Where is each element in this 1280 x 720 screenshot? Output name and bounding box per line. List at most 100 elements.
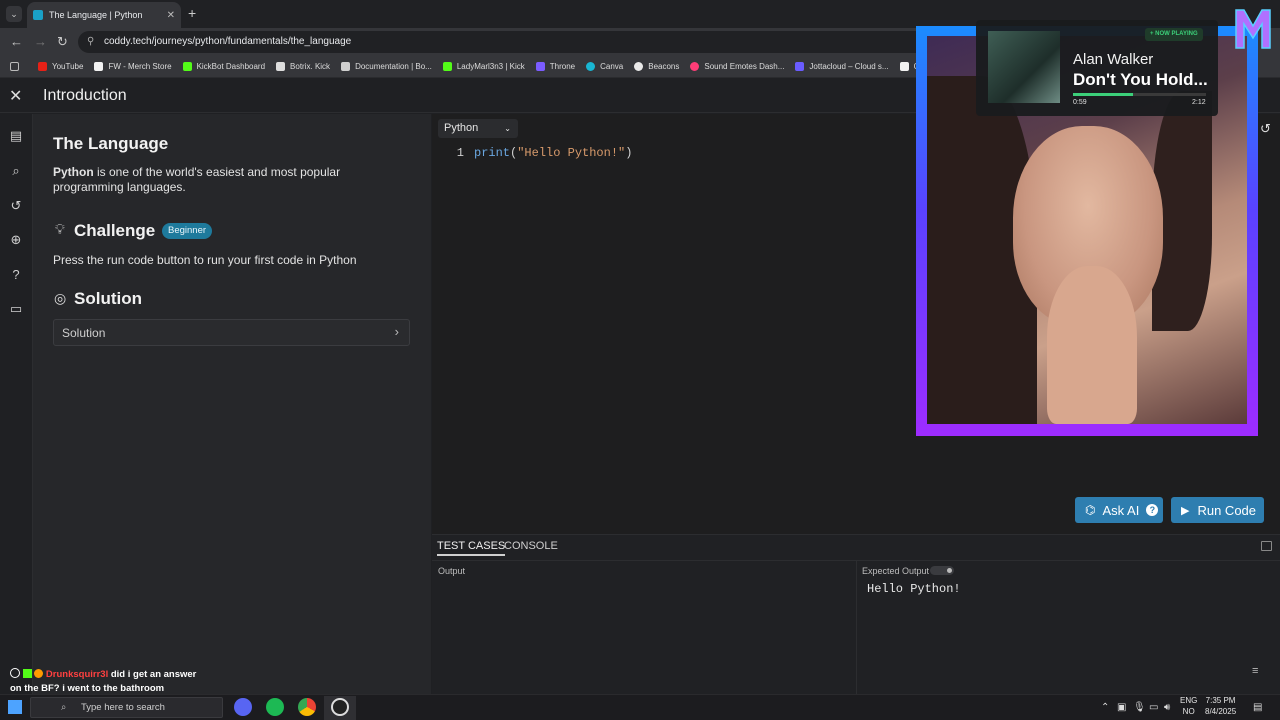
robot-icon: ⌬ [1085, 503, 1096, 517]
language-line-1: ENG [1180, 696, 1198, 705]
language-indicator[interactable]: ENG NO [1180, 695, 1197, 717]
forward-arrow-icon[interactable]: → [34, 34, 47, 49]
bookmark-documentation[interactable]: Documentation | Bo... [341, 62, 432, 71]
search-icon: ⌕ [61, 702, 67, 713]
history-icon[interactable]: ↺ [8, 198, 24, 214]
volume-icon[interactable]: 🔊︎ [1164, 702, 1170, 713]
discord-icon[interactable] [234, 698, 252, 716]
side-rail: ▤ ⌕ ↺ ⊕ ? ▭ [0, 114, 33, 694]
run-code-button[interactable]: ▶ Run Code [1171, 497, 1264, 523]
url-field[interactable]: ⚲ coddy.tech/journeys/python/fundamental… [78, 31, 928, 53]
site-info-icon[interactable]: ⚲ [87, 31, 94, 53]
now-playing-tag: + NOW PLAYING [1145, 28, 1203, 41]
microphone-icon[interactable]: 🎙︎ [1133, 702, 1146, 713]
bookmark-canva[interactable]: Canva [586, 62, 623, 71]
beacons-icon [634, 62, 644, 71]
language-select[interactable]: Python ⌄ [438, 119, 518, 138]
clock-time: 7:35 PM [1205, 696, 1236, 705]
jottacloud-icon [795, 62, 805, 71]
bookmark-throne[interactable]: Throne [535, 62, 575, 71]
output-splitter[interactable] [856, 561, 857, 694]
tray-overflow-icon[interactable]: ⌃ [1101, 702, 1109, 713]
code-line[interactable]: 1 print("Hello Python!") [438, 146, 633, 160]
back-arrow-icon[interactable]: ← [10, 34, 23, 49]
tray-device-icon[interactable]: ▣ [1117, 702, 1126, 713]
network-icon[interactable]: ▭ [1149, 702, 1158, 713]
lesson-panel [33, 114, 431, 694]
chat-username: Drunksquirr3l [45, 669, 109, 680]
challenge-title: Challenge [74, 221, 156, 240]
intro-text: is one of the world's easiest and most p… [53, 165, 341, 194]
ask-ai-button[interactable]: ⌬ Ask AI ? [1075, 497, 1163, 523]
notification-icon[interactable]: ▤ [1253, 702, 1262, 713]
apps-grid-icon[interactable] [10, 62, 24, 71]
now-playing-progress-fill [1073, 93, 1133, 96]
code-function: print [474, 146, 511, 160]
reload-icon[interactable]: ↻ [57, 34, 68, 50]
album-art [988, 31, 1060, 103]
expected-output-label: Expected Output [862, 566, 930, 576]
code-paren-close: ) [625, 146, 633, 160]
language-select-value: Python [444, 122, 479, 134]
taskbar-search[interactable]: ⌕ Type here to search [30, 697, 223, 718]
line-number: 1 [456, 146, 464, 160]
clock-date: 8/4/2025 [1205, 707, 1237, 716]
bookmark-jottacloud[interactable]: Jottacloud – Cloud s... [795, 62, 889, 71]
search-document-icon[interactable]: ⌕ [8, 163, 24, 179]
panel-toggle-icon[interactable] [1261, 541, 1272, 551]
tab-favicon-icon [33, 10, 43, 20]
close-icon[interactable]: ✕ [9, 86, 22, 106]
kickbot-icon [182, 62, 192, 71]
now-playing-duration: 2:12 [1192, 99, 1206, 106]
canva-icon [586, 62, 596, 71]
co-icon [899, 62, 909, 71]
solution-dropdown-label: Solution [62, 326, 106, 340]
expected-output-toggle[interactable] [930, 566, 954, 575]
bookmark-beacons[interactable]: Beacons [634, 62, 679, 71]
challenge-text: Press the run code button to run your fi… [53, 253, 357, 267]
bookmark-kickbot[interactable]: KickBot Dashboard [182, 62, 265, 71]
zoom-icon[interactable]: ⊕ [8, 232, 24, 248]
sound-emotes-icon [690, 62, 700, 71]
now-playing-elapsed: 0:59 [1073, 99, 1087, 106]
expected-output-value: Hello Python! [867, 582, 961, 596]
bookmark-ladymarl3n3[interactable]: LadyMarl3n3 | Kick [442, 62, 525, 71]
browser-tab[interactable]: The Language | Python ✕ [27, 2, 181, 28]
obs-icon[interactable] [331, 698, 349, 716]
spotify-icon[interactable] [266, 698, 284, 716]
botrix-icon [276, 62, 286, 71]
code-string: "Hello Python!" [517, 146, 626, 160]
feedback-icon[interactable]: ▭ [8, 301, 24, 317]
bookmark-fw-merch[interactable]: FW - Merch Store [94, 62, 172, 71]
tab-search-dropdown[interactable]: ⌄ [6, 6, 22, 22]
bookmark-botrix[interactable]: Botrix. Kick [276, 62, 330, 71]
tab-console[interactable]: CONSOLE [504, 540, 558, 552]
chat-gift-badge-icon [34, 669, 44, 678]
chat-sub-badge-icon [22, 669, 32, 678]
chat-badge-icon [10, 668, 20, 678]
now-playing-progress [1073, 93, 1206, 96]
bookmark-sound-emotes[interactable]: Sound Emotes Dash... [690, 62, 784, 71]
help-icon[interactable]: ? [8, 267, 24, 283]
bookmark-youtube[interactable]: YouTube [38, 62, 83, 71]
new-tab-button[interactable]: + [188, 5, 196, 21]
play-icon: ▶ [1181, 504, 1190, 517]
help-circle-icon: ? [1146, 504, 1159, 516]
tab-test-cases[interactable]: TEST CASES [437, 540, 506, 556]
start-icon[interactable] [8, 700, 22, 714]
target-icon: ◎ [54, 290, 67, 306]
toggle-knob [947, 568, 952, 573]
chrome-icon[interactable] [298, 698, 316, 716]
tab-title: The Language | Python [49, 10, 143, 20]
document-icon[interactable]: ▤ [8, 128, 24, 144]
taskbar-clock[interactable]: 7:35 PM 8/4/2025 [1205, 695, 1236, 717]
webcam-hand [1047, 266, 1137, 424]
intro-bold: Python [53, 165, 94, 179]
difficulty-badge: Beginner [162, 223, 213, 239]
solution-dropdown[interactable]: Solution › [53, 319, 410, 346]
menu-icon[interactable]: ≡ [1252, 665, 1258, 677]
reset-code-icon[interactable]: ↺ [1260, 121, 1271, 137]
tab-close-icon[interactable]: ✕ [167, 10, 175, 21]
chat-message: Drunksquirr3l did i get an answer on the… [10, 668, 200, 696]
chevron-right-icon: › [394, 324, 399, 339]
